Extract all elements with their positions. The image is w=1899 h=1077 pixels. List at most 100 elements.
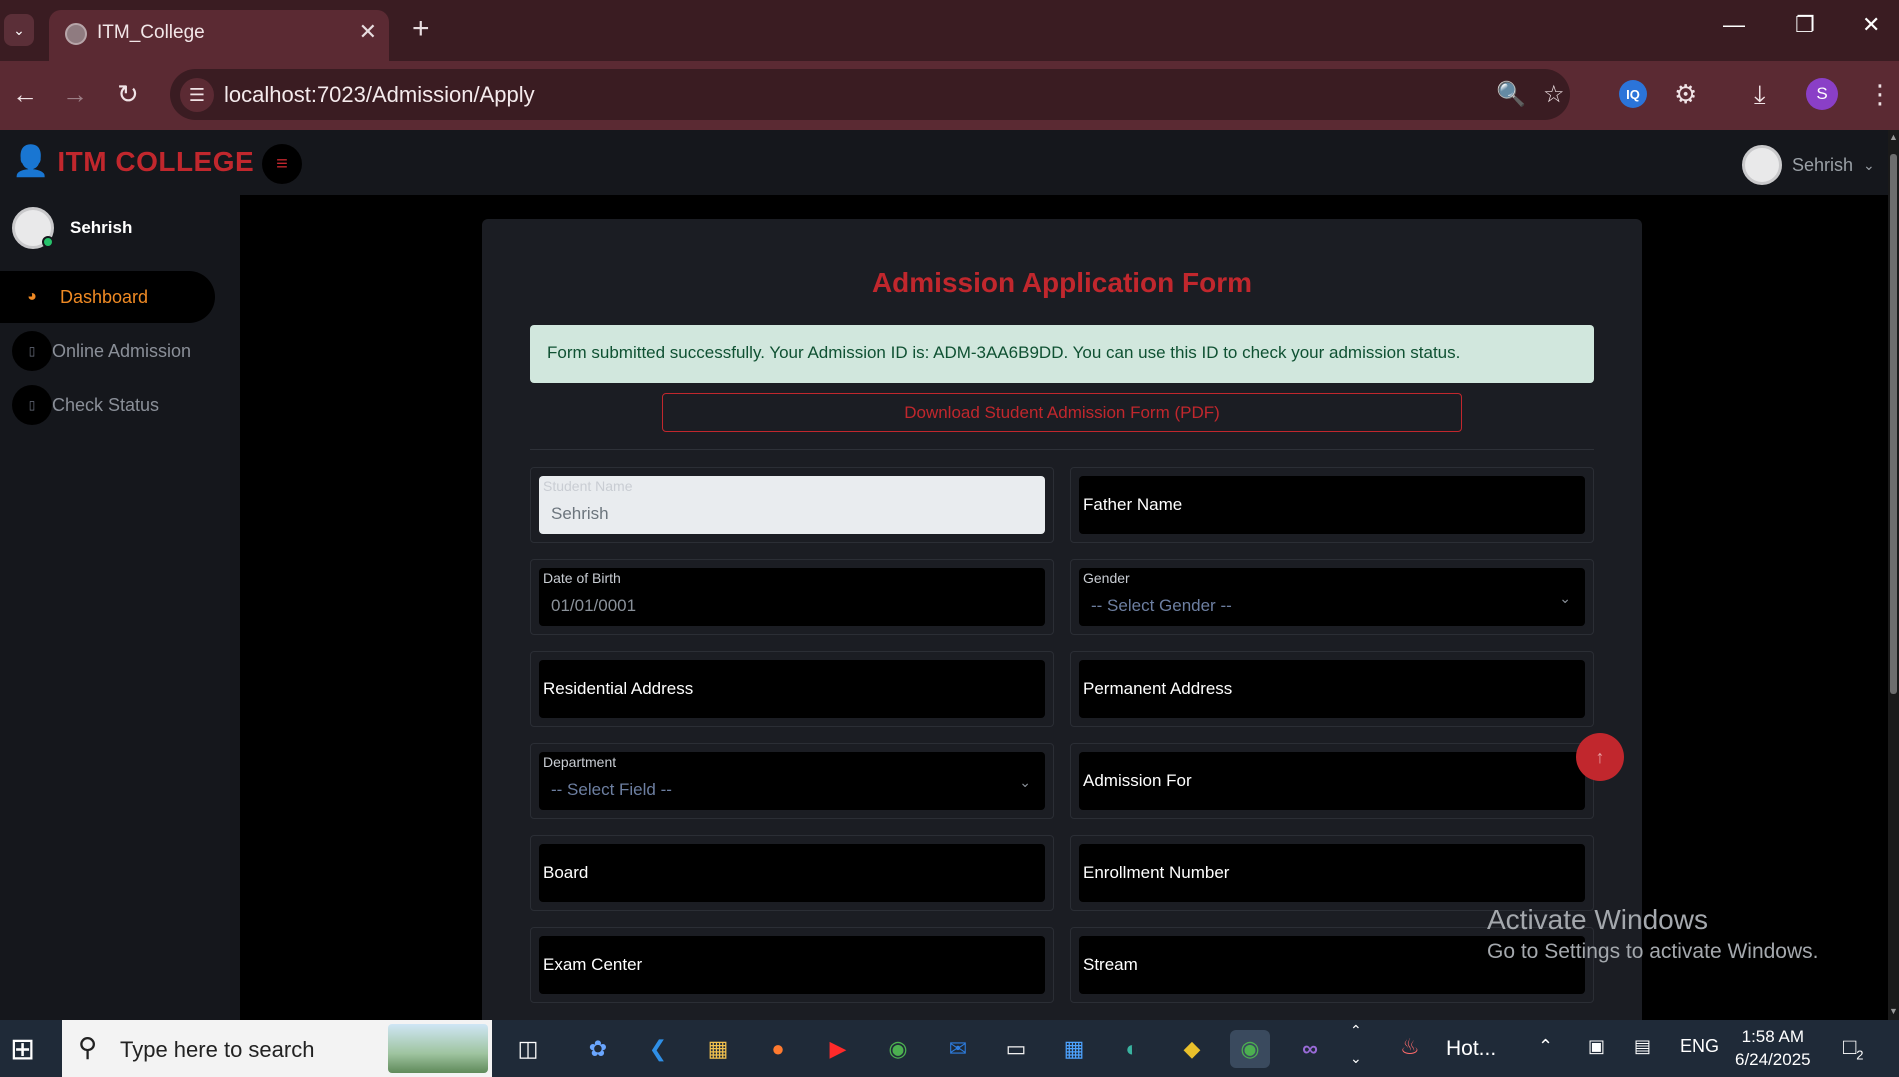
brand-name: ITM COLLEGE: [57, 145, 255, 177]
copilot-icon[interactable]: ✿: [578, 1030, 618, 1068]
edge-icon[interactable]: ◐: [1112, 1030, 1152, 1068]
admission-for-group: Admission For: [1070, 743, 1594, 819]
enrollment-number-group: Enrollment Number: [1070, 835, 1594, 911]
gender-select[interactable]: Gender -- Select Gender -- ⌄: [1079, 568, 1585, 626]
sidebar-item-dashboard[interactable]: ◕ Dashboard: [0, 271, 215, 323]
profile-avatar[interactable]: S: [1806, 78, 1838, 110]
notification-center-icon[interactable]: □2: [1843, 1034, 1864, 1062]
restore-icon[interactable]: ❐: [1795, 12, 1815, 38]
dob-field[interactable]: Date of Birth 01/01/0001: [539, 568, 1045, 626]
zoom-icon[interactable]: 🔍: [1496, 80, 1526, 109]
department-value: -- Select Field --: [551, 780, 672, 799]
taskbar-clock[interactable]: 1:58 AM 6/24/2025: [1735, 1025, 1811, 1071]
chevron-down-icon: ⌄: [1863, 156, 1875, 173]
download-pdf-button[interactable]: Download Student Admission Form (PDF): [662, 393, 1462, 432]
permanent-address-field[interactable]: Permanent Address: [1079, 660, 1585, 718]
father-name-field[interactable]: Father Name: [1079, 476, 1585, 534]
windows-taskbar: ⊞ ⚲ Type here to search ◫ ✿ ❮ ▦ ● ▶ ◉ ✉ …: [0, 1020, 1899, 1077]
online-status-dot: [42, 236, 54, 248]
tab-search-button[interactable]: ⌄: [4, 14, 34, 46]
url-text[interactable]: localhost:7023/Admission/Apply: [224, 82, 535, 108]
taskbar-search[interactable]: ⚲ Type here to search: [62, 1020, 492, 1077]
address-bar[interactable]: ☰ localhost:7023/Admission/Apply 🔍 ☆: [170, 69, 1570, 120]
vscode-icon[interactable]: ❮: [638, 1030, 678, 1068]
extensions-puzzle-icon[interactable]: ⚙: [1674, 79, 1697, 110]
scroll-up-arrow-icon[interactable]: ▲: [1889, 132, 1898, 142]
language-indicator[interactable]: ENG: [1680, 1036, 1719, 1057]
battery-icon[interactable]: ▤: [1634, 1036, 1651, 1057]
sidebar-item-label: Online Admission: [52, 340, 192, 361]
search-placeholder: Type here to search: [120, 1037, 315, 1062]
store-icon[interactable]: ▦: [1054, 1030, 1094, 1068]
meet-now-icon[interactable]: ▣: [1588, 1036, 1605, 1057]
page-scrollbar[interactable]: ▲ ▼: [1888, 130, 1899, 1020]
weather-label[interactable]: Hot...: [1446, 1037, 1496, 1061]
board-field[interactable]: Board: [539, 844, 1045, 902]
scroll-to-top-button[interactable]: ↑: [1576, 733, 1624, 781]
sidebar-user: Sehrish: [12, 207, 132, 249]
department-label: Department: [543, 754, 617, 770]
extension-icon[interactable]: IQ: [1619, 80, 1647, 108]
chrome-profile-icon[interactable]: ◉: [1230, 1030, 1270, 1068]
youtube-icon[interactable]: ▶: [818, 1030, 858, 1068]
site-settings-icon[interactable]: ☰: [180, 78, 214, 112]
user-dropdown[interactable]: Sehrish ⌄: [1742, 145, 1875, 185]
chevron-down-icon: ⌄: [13, 21, 25, 38]
tab-title: ITM_College: [97, 22, 205, 43]
new-tab-button[interactable]: +: [412, 12, 430, 46]
brand[interactable]: 👤 ITM COLLEGE: [12, 144, 254, 179]
snipping-tool-icon[interactable]: ◆: [1172, 1030, 1212, 1068]
task-view-icon[interactable]: ◫: [508, 1030, 548, 1068]
menu-toggle-button[interactable]: ≡: [262, 144, 302, 184]
minimize-icon[interactable]: —: [1723, 12, 1745, 38]
admission-for-label: Admission For: [1083, 771, 1192, 790]
outlook-icon[interactable]: ✉: [938, 1030, 978, 1068]
student-name-group: Student Name Sehrish: [530, 467, 1054, 543]
hamburger-icon: ≡: [276, 152, 288, 175]
document-icon[interactable]: ▭: [996, 1030, 1036, 1068]
board-label: Board: [543, 863, 589, 882]
thermometer-icon[interactable]: ♨: [1400, 1034, 1420, 1060]
windows-start-icon[interactable]: ⊞: [10, 1032, 35, 1067]
admission-for-field[interactable]: Admission For: [1079, 752, 1585, 810]
close-window-icon[interactable]: ✕: [1862, 12, 1880, 38]
page-title: Admission Application Form: [871, 267, 1253, 298]
gender-label: Gender: [1083, 570, 1130, 586]
reload-icon[interactable]: ↻: [117, 79, 139, 110]
forward-icon[interactable]: →: [62, 79, 88, 110]
chrome-icon[interactable]: ◉: [878, 1030, 918, 1068]
more-menu-icon[interactable]: ⋮: [1867, 79, 1893, 110]
firefox-icon[interactable]: ●: [758, 1030, 798, 1068]
search-highlight-image: [388, 1024, 488, 1073]
browser-tab[interactable]: ITM_College ✕: [49, 10, 389, 61]
dob-value: 01/01/0001: [551, 596, 637, 615]
exam-center-field[interactable]: Exam Center: [539, 936, 1045, 994]
department-select[interactable]: Department -- Select Field -- ⌄: [539, 752, 1045, 810]
scroll-down-arrow-icon[interactable]: ▼: [1889, 1006, 1898, 1016]
scrollbar-thumb[interactable]: [1890, 154, 1897, 694]
bookmark-star-icon[interactable]: ☆: [1543, 80, 1565, 109]
watermark-title: Activate Windows: [1487, 904, 1708, 935]
sidebar-item-online-admission[interactable]: ▯ Online Admission: [0, 325, 215, 377]
sidebar: Sehrish ◕ Dashboard ▯ Online Admission ▯…: [0, 195, 240, 1020]
close-tab-icon[interactable]: ✕: [359, 19, 377, 45]
file-explorer-icon[interactable]: ▦: [698, 1030, 738, 1068]
visual-studio-icon[interactable]: ∞: [1290, 1030, 1330, 1068]
form-icon: ▯: [12, 331, 52, 371]
user-pen-icon: 👤: [12, 145, 50, 178]
download-icon[interactable]: ⤓: [1754, 79, 1766, 111]
enrollment-number-field[interactable]: Enrollment Number: [1079, 844, 1585, 902]
board-group: Board: [530, 835, 1054, 911]
back-icon[interactable]: ←: [12, 79, 38, 110]
residential-address-field[interactable]: Residential Address: [539, 660, 1045, 718]
dob-group: Date of Birth 01/01/0001: [530, 559, 1054, 635]
taskbar-scroll-up-icon[interactable]: ⌃: [1350, 1022, 1362, 1039]
admission-form-card: Admission Application Form Form submitte…: [482, 219, 1642, 1020]
watermark-subtitle: Go to Settings to activate Windows.: [1487, 940, 1819, 963]
show-hidden-icons-icon[interactable]: ⌃: [1538, 1036, 1553, 1057]
taskbar-scroll-down-icon[interactable]: ⌄: [1350, 1050, 1362, 1067]
notification-count: 2: [1856, 1047, 1864, 1063]
sidebar-item-check-status[interactable]: ▯ Check Status: [0, 379, 215, 431]
sidebar-item-label: Check Status: [52, 394, 160, 415]
student-name-field[interactable]: Student Name Sehrish: [539, 476, 1045, 534]
